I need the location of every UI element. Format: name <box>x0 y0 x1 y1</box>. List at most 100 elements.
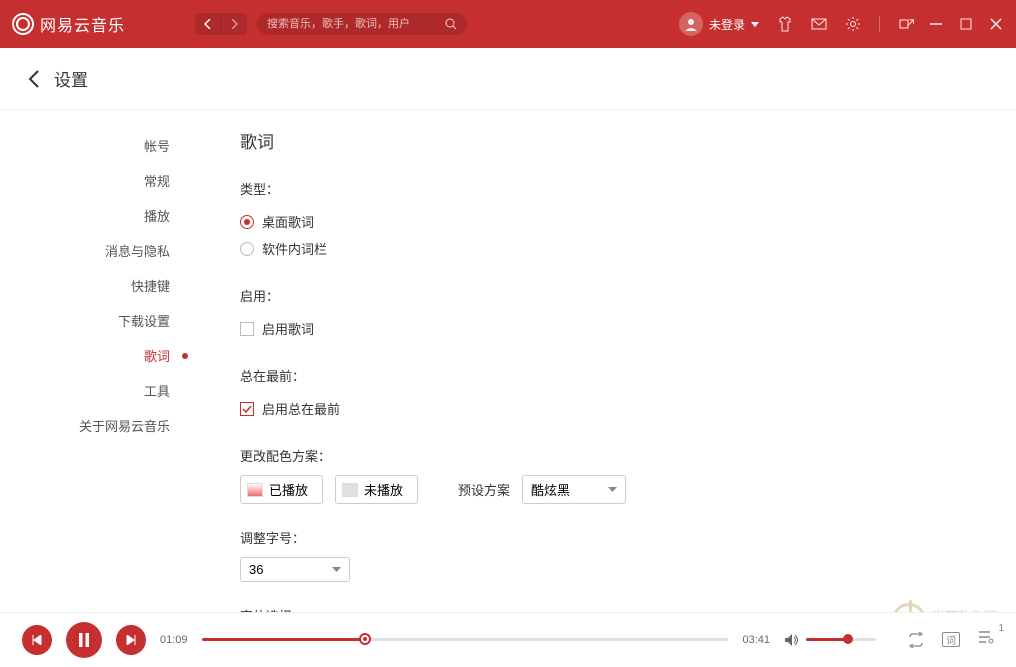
loop-mode-icon[interactable] <box>908 632 924 648</box>
checkbox-icon <box>240 402 254 416</box>
playlist-icon <box>978 629 994 645</box>
nav-forward-button[interactable] <box>221 13 247 35</box>
maximize-icon[interactable] <box>958 16 974 32</box>
color-unplayed-button[interactable]: 未播放 <box>335 475 418 504</box>
color-played-button[interactable]: 已播放 <box>240 475 323 504</box>
page-header: 设置 <box>0 48 1016 110</box>
sidebar-item-privacy[interactable]: 消息与隐私 <box>0 233 200 268</box>
volume-bar[interactable] <box>806 638 876 641</box>
next-track-button[interactable] <box>116 625 146 655</box>
page-title: 设置 <box>54 66 88 91</box>
sidebar-item-about[interactable]: 关于网易云音乐 <box>0 408 200 443</box>
caret-down-icon <box>751 22 759 27</box>
search-box[interactable] <box>257 13 467 35</box>
volume-thumb[interactable] <box>843 634 853 644</box>
title-bar: 网易云音乐 未登录 <box>0 0 1016 48</box>
play-pause-button[interactable] <box>66 622 102 658</box>
search-icon[interactable] <box>445 18 457 30</box>
radio-desktop-lyrics[interactable]: 桌面歌词 <box>240 208 976 235</box>
time-current: 01:09 <box>160 634 188 646</box>
section-title-lyrics: 歌词 <box>240 128 976 153</box>
nav-back-button[interactable] <box>195 13 221 35</box>
radio-icon <box>240 242 254 256</box>
prev-track-button[interactable] <box>22 625 52 655</box>
close-icon[interactable] <box>988 16 1004 32</box>
field-enable: 启用： 启用歌词 <box>240 286 976 342</box>
pause-icon <box>78 633 90 647</box>
settings-sidebar: 帐号 常规 播放 消息与隐私 快捷键 下载设置 歌词 工具 关于网易云音乐 <box>0 110 200 614</box>
color-swatch-unplayed <box>342 483 358 497</box>
checkbox-label: 启用总在最前 <box>262 399 340 418</box>
color-unplayed-label: 未播放 <box>364 480 403 499</box>
lyrics-toggle-button[interactable]: 词 <box>942 632 960 647</box>
sidebar-item-shortcuts[interactable]: 快捷键 <box>0 268 200 303</box>
sidebar-item-playback[interactable]: 播放 <box>0 198 200 233</box>
playlist-count-badge: 1 <box>998 623 1004 634</box>
sidebar-item-tools[interactable]: 工具 <box>0 373 200 408</box>
mini-mode-icon[interactable] <box>898 16 914 32</box>
search-input[interactable] <box>267 18 445 30</box>
sidebar-item-download[interactable]: 下载设置 <box>0 303 200 338</box>
field-font-size: 调整字号： 36 <box>240 528 976 582</box>
label-type: 类型： <box>240 179 976 198</box>
settings-content: 歌词 类型： 桌面歌词 软件内词栏 启用： 启用歌词 总在最前： <box>200 110 1016 614</box>
avatar-icon <box>679 12 703 36</box>
sidebar-item-account[interactable]: 帐号 <box>0 128 200 163</box>
nav-history-buttons <box>195 13 247 35</box>
label-ontop: 总在最前： <box>240 366 976 385</box>
time-total: 03:41 <box>742 634 770 646</box>
volume-icon[interactable] <box>784 633 800 647</box>
color-swatch-played <box>247 483 263 497</box>
field-ontop: 总在最前： 启用总在最前 <box>240 366 976 422</box>
radio-label: 软件内词栏 <box>262 239 327 258</box>
minimize-icon[interactable] <box>928 16 944 32</box>
field-type: 类型： 桌面歌词 软件内词栏 <box>240 179 976 262</box>
radio-icon <box>240 215 254 229</box>
progress-thumb[interactable] <box>359 633 371 645</box>
select-font-size[interactable]: 36 <box>240 557 350 582</box>
chevron-down-icon <box>332 567 341 573</box>
label-color-scheme: 更改配色方案： <box>240 446 976 465</box>
divider <box>879 16 880 32</box>
select-font-size-value: 36 <box>249 562 263 577</box>
color-played-label: 已播放 <box>269 480 308 499</box>
checkbox-enable-lyrics[interactable]: 启用歌词 <box>240 315 976 342</box>
chevron-down-icon <box>608 487 617 493</box>
user-login-button[interactable]: 未登录 <box>679 12 759 36</box>
progress-bar[interactable] <box>202 638 729 641</box>
volume-fill <box>806 638 848 641</box>
back-button[interactable] <box>28 70 40 88</box>
checkbox-icon <box>240 322 254 336</box>
checkbox-always-ontop[interactable]: 启用总在最前 <box>240 395 976 422</box>
sidebar-item-lyrics[interactable]: 歌词 <box>0 338 200 373</box>
skin-icon[interactable] <box>777 16 793 32</box>
chevron-right-icon <box>230 19 238 29</box>
window-controls <box>898 16 1004 32</box>
main-area: 帐号 常规 播放 消息与隐私 快捷键 下载设置 歌词 工具 关于网易云音乐 歌词… <box>0 110 1016 614</box>
select-preset-scheme[interactable]: 酷炫黑 <box>522 475 626 504</box>
checkbox-label: 启用歌词 <box>262 319 314 338</box>
user-login-label: 未登录 <box>709 16 745 33</box>
settings-gear-icon[interactable] <box>845 16 861 32</box>
chevron-left-icon <box>204 19 212 29</box>
radio-label: 桌面歌词 <box>262 212 314 231</box>
next-icon <box>126 635 136 645</box>
volume-control <box>784 633 876 647</box>
playlist-button[interactable]: 1 <box>978 629 994 650</box>
label-font-size: 调整字号： <box>240 528 976 547</box>
field-color-scheme: 更改配色方案： 已播放 未播放 预设方案 酷炫黑 <box>240 446 976 504</box>
player-right-controls: 词 1 <box>908 629 994 650</box>
logo-icon <box>12 13 34 35</box>
app-logo: 网易云音乐 <box>12 12 125 36</box>
progress-fill <box>202 638 365 641</box>
prev-icon <box>32 635 42 645</box>
select-preset-value: 酷炫黑 <box>531 480 570 499</box>
color-scheme-row: 已播放 未播放 预设方案 酷炫黑 <box>240 475 976 504</box>
player-bar: 01:09 03:41 词 1 <box>0 612 1016 666</box>
radio-inapp-lyrics[interactable]: 软件内词栏 <box>240 235 976 262</box>
sidebar-item-general[interactable]: 常规 <box>0 163 200 198</box>
app-name: 网易云音乐 <box>40 12 125 36</box>
mail-icon[interactable] <box>811 16 827 32</box>
label-preset: 预设方案 <box>458 480 510 499</box>
topbar-right: 未登录 <box>679 12 1004 36</box>
